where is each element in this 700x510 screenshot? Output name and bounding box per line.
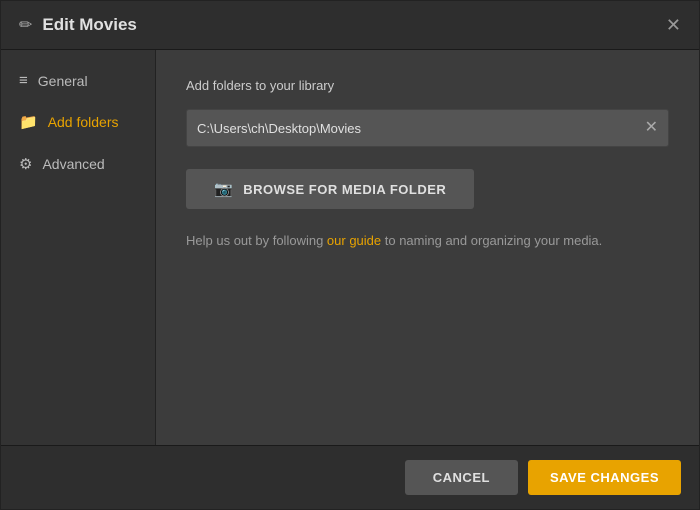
folder-icon: 📁 [19,113,38,131]
gear-icon: ⚙ [19,155,32,173]
title-area: ✏ Edit Movies [19,15,137,35]
sidebar-label-general: General [38,73,88,89]
sidebar-item-advanced[interactable]: ⚙ Advanced [1,143,155,185]
sidebar-item-general[interactable]: ≡ General [1,60,155,101]
help-text-before: Help us out by following [186,233,327,248]
camera-icon: 📷 [214,180,233,198]
browse-media-folder-button[interactable]: 📷 BROWSE FOR MEDIA FOLDER [186,169,474,209]
help-text-after: to naming and organizing your media. [381,233,602,248]
main-content: Add folders to your library ✕ 📷 BROWSE F… [156,50,699,445]
sidebar: ≡ General 📁 Add folders ⚙ Advanced [1,50,156,445]
menu-icon: ≡ [19,72,28,89]
section-label: Add folders to your library [186,78,669,93]
save-changes-button[interactable]: SAVE CHANGES [528,460,681,495]
sidebar-item-add-folders[interactable]: 📁 Add folders [1,101,155,143]
close-button[interactable]: ✕ [666,16,681,34]
edit-icon: ✏ [19,15,32,35]
sidebar-label-advanced: Advanced [42,156,104,172]
dialog-header: ✏ Edit Movies ✕ [1,1,699,50]
cancel-button[interactable]: CANCEL [405,460,518,495]
dialog-body: ≡ General 📁 Add folders ⚙ Advanced Add f… [1,50,699,445]
folder-clear-button[interactable]: ✕ [645,120,658,136]
our-guide-link[interactable]: our guide [327,233,381,248]
folder-path-input[interactable] [197,121,645,136]
edit-movies-dialog: ✏ Edit Movies ✕ ≡ General 📁 Add folders … [0,0,700,510]
sidebar-label-add-folders: Add folders [48,114,119,130]
browse-button-label: BROWSE FOR MEDIA FOLDER [243,182,446,197]
dialog-footer: CANCEL SAVE CHANGES [1,445,699,509]
dialog-title: Edit Movies [42,15,136,35]
help-text: Help us out by following our guide to na… [186,231,669,251]
folder-input-row: ✕ [186,109,669,147]
